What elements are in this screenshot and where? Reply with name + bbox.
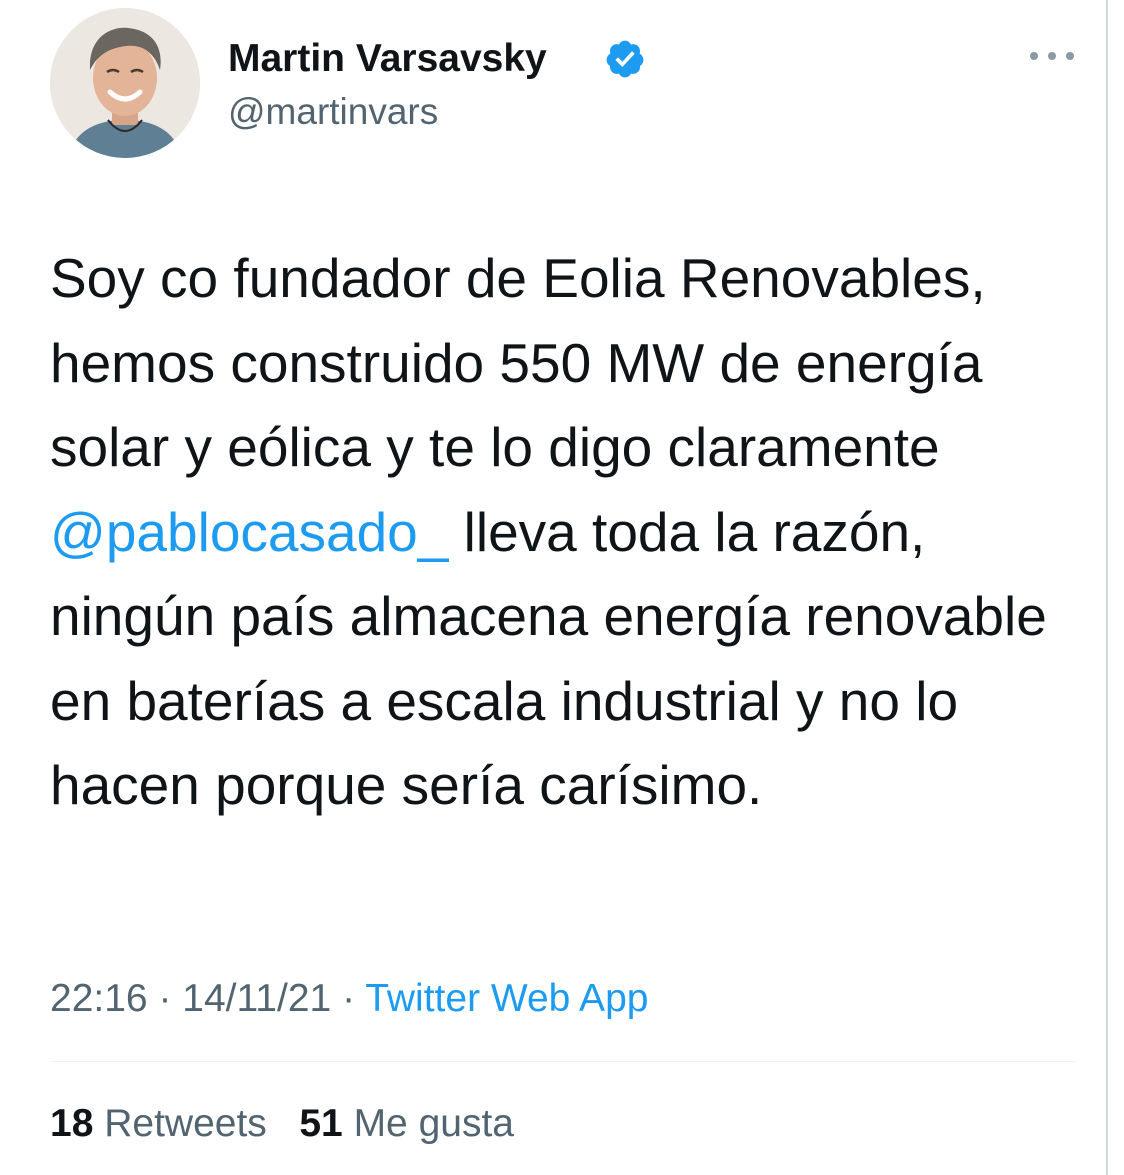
tweet-date[interactable]: 14/11/21 [182, 977, 331, 1020]
tweet-text-before: Soy co fundador de Eolia Renovables, hem… [50, 247, 986, 478]
tweet-time[interactable]: 22:16 [50, 977, 148, 1020]
divider [50, 1061, 1076, 1062]
retweets-stat[interactable]: 18 Retweets [50, 1102, 267, 1145]
tweet-text: Soy co fundador de Eolia Renovables, hem… [50, 236, 1080, 828]
likes-label: Me gusta [353, 1102, 514, 1145]
retweets-count: 18 [50, 1102, 94, 1145]
likes-stat[interactable]: 51 Me gusta [299, 1102, 514, 1145]
avatar[interactable] [50, 8, 200, 158]
mention-link[interactable]: @pablocasado_ [50, 501, 448, 563]
author-handle[interactable]: @martinvars [228, 90, 438, 134]
tweet-stats: 18 Retweets 51 Me gusta [50, 1101, 514, 1147]
right-border [1106, 0, 1108, 1175]
meta-separator: · [342, 977, 356, 1020]
tweet-source-link[interactable]: Twitter Web App [365, 977, 648, 1020]
more-options-icon[interactable] [1028, 44, 1076, 68]
meta-separator: · [158, 977, 172, 1020]
verified-badge-icon [606, 40, 644, 78]
author-name[interactable]: Martin Varsavsky [228, 36, 547, 82]
tweet-meta: 22:16 · 14/11/21 · Twitter Web App [50, 976, 648, 1022]
retweets-label: Retweets [104, 1102, 267, 1145]
likes-count: 51 [299, 1102, 343, 1145]
avatar-photo [50, 8, 200, 158]
